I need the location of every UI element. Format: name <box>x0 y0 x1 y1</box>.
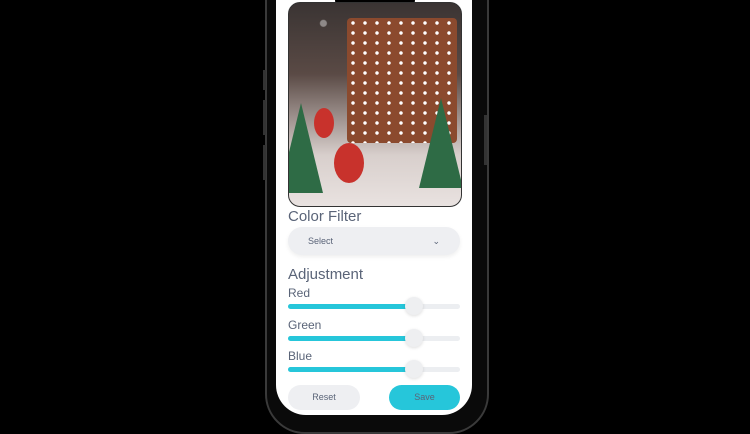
figure-cookie <box>334 143 364 183</box>
blue-label: Blue <box>288 349 313 363</box>
phone-side-button <box>263 100 266 135</box>
adjustment-heading: Adjustment <box>288 266 364 283</box>
slider-fill <box>288 304 414 309</box>
phone-side-button <box>263 145 266 180</box>
slider-thumb[interactable] <box>404 297 423 315</box>
red-slider[interactable] <box>288 297 460 315</box>
phone-side-button <box>484 115 487 165</box>
reset-button[interactable]: Reset <box>288 385 360 410</box>
tree-cookie <box>419 98 461 188</box>
slider-thumb[interactable] <box>404 329 423 347</box>
figure-cookie <box>314 108 334 138</box>
green-label: Green <box>288 318 322 332</box>
slider-fill <box>288 336 414 341</box>
blue-slider[interactable] <box>288 360 460 378</box>
slider-thumb[interactable] <box>404 360 423 378</box>
preview-image <box>288 2 462 207</box>
slider-fill <box>288 367 414 372</box>
save-button[interactable]: Save <box>389 385 460 410</box>
green-slider[interactable] <box>288 329 460 347</box>
phone-side-button <box>263 70 266 90</box>
color-filter-select[interactable]: Select ⌄ <box>288 227 460 255</box>
color-filter-heading: Color Filter <box>288 208 362 225</box>
chevron-down-icon: ⌄ <box>432 236 440 246</box>
red-label: Red <box>288 286 311 300</box>
select-value: Select <box>308 236 334 246</box>
